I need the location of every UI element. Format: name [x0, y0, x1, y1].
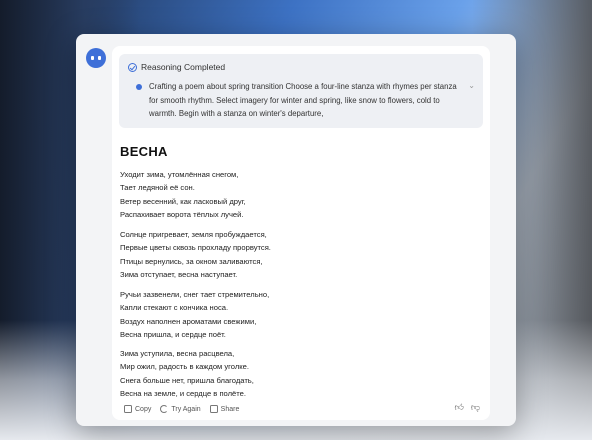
reasoning-status: Reasoning Completed: [141, 62, 226, 72]
poem-line: Ветер весенний, как ласковый друг,: [120, 196, 246, 206]
reasoning-header[interactable]: Reasoning Completed: [128, 62, 225, 72]
poem-line: Уходит зима, утомлённая снегом,: [120, 170, 239, 179]
share-button[interactable]: Share: [209, 405, 240, 413]
thumbs-down-icon[interactable]: 👎︎: [471, 402, 480, 413]
poem-line: Тает ледяной её сон.: [120, 183, 195, 193]
copy-button[interactable]: Copy: [124, 405, 151, 413]
poem-line: Весна на земле, и сердце в полёте.: [120, 388, 246, 398]
reasoning-bullet-icon: [136, 84, 142, 90]
try-again-label: Try Again: [171, 405, 201, 413]
copy-label: Copy: [135, 405, 152, 413]
poem-line: Снега больше нет, пришла благодать,: [120, 375, 254, 385]
poem-line: Птицы вернулись, за окном заливаются,: [120, 256, 263, 266]
poem-line: Воздух наполнен ароматами свежими,: [120, 316, 257, 326]
poem-line: Солнце пригревает, земля пробуждается,: [120, 230, 267, 239]
check-circle-icon: [128, 62, 137, 72]
poem-line: Зима уступила, весна расцвела,: [120, 349, 235, 358]
reasoning-panel[interactable]: Reasoning Completed Crafting a poem abou…: [119, 54, 483, 128]
thumbs-up-icon[interactable]: 👍︎: [454, 402, 463, 413]
assistant-message: Reasoning Completed Crafting a poem abou…: [112, 46, 490, 420]
reasoning-text: Crafting a poem about spring transition …: [149, 82, 457, 118]
try-again-button[interactable]: Try Again: [160, 405, 201, 413]
chevron-down-icon[interactable]: ⌄: [468, 81, 475, 90]
poem-line: Распахивает ворота тёплых лучей.: [120, 209, 244, 219]
poem-line: Первые цветы сквозь прохладу прорвутся.: [120, 243, 271, 253]
message-actions: Copy Try Again Share: [124, 405, 248, 413]
poem-line: Мир ожил, радость в каждом уголке.: [120, 362, 250, 372]
share-label: Share: [220, 405, 240, 413]
poem-stanza-2: Солнце пригревает, земля пробуждается, П…: [120, 228, 271, 281]
feedback-buttons: 👍︎ 👎︎: [447, 402, 480, 413]
poem-stanza-3: Ручьи зазвенели, снег тает стремительно,…: [120, 288, 269, 341]
poem-stanza-1: Уходит зима, утомлённая снегом, Тает лед…: [120, 168, 246, 221]
copy-icon: [124, 405, 132, 413]
poem-stanza-4: Зима уступила, весна расцвела, Мир ожил,…: [120, 347, 254, 400]
poem-line: Ручьи зазвенели, снег тает стремительно,: [120, 290, 270, 299]
poem-line: Зима отступает, весна наступает.: [120, 269, 238, 279]
share-icon: [209, 405, 218, 413]
poem-line: Весна пришла, и сердце поёт.: [120, 329, 226, 339]
assistant-avatar: [86, 48, 106, 68]
chat-window: Reasoning Completed Crafting a poem abou…: [76, 34, 516, 426]
poem-line: Капли стекают с кончика носа.: [120, 303, 229, 313]
poem-title: ВЕСНА: [120, 144, 168, 159]
refresh-icon: [160, 405, 169, 413]
